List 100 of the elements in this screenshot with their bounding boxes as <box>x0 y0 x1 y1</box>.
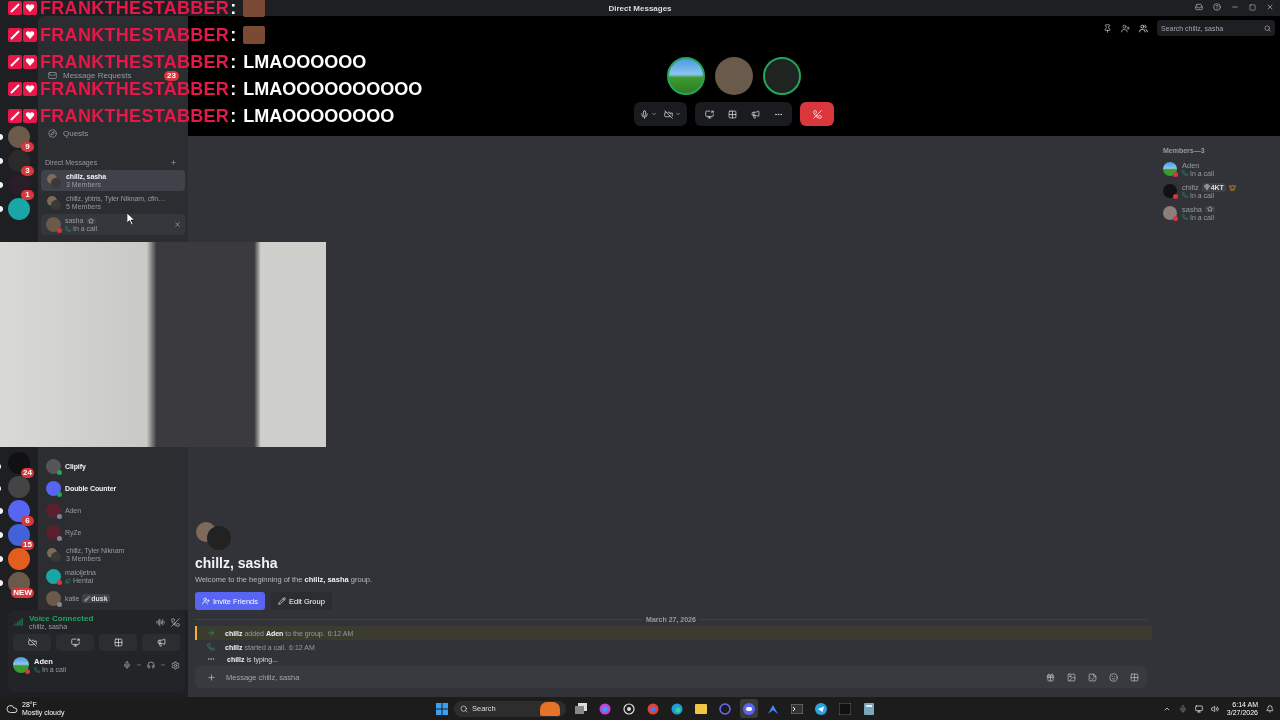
maximize-icon[interactable] <box>1249 3 1256 11</box>
crown-icon <box>1228 183 1236 191</box>
gif-icon[interactable] <box>1067 672 1076 682</box>
close-icon[interactable] <box>1266 3 1274 11</box>
chat-separator: : <box>230 54 237 70</box>
participant-avatar[interactable] <box>667 57 705 95</box>
unread-indicator <box>0 182 3 188</box>
emote-placeholder <box>243 0 266 17</box>
chat-separator: : <box>230 27 237 43</box>
unread-indicator <box>0 134 3 140</box>
nav-item[interactable]: Quests <box>41 128 185 139</box>
search-icon <box>1264 24 1271 32</box>
megaphone-icon <box>156 638 166 647</box>
window-title: Direct Messages <box>608 3 672 13</box>
pin-icon[interactable] <box>1103 23 1112 33</box>
camera-button[interactable] <box>13 634 51 651</box>
hang-up-button[interactable] <box>800 102 834 126</box>
chat-username: FRANKTHESTABBER <box>40 81 230 97</box>
unread-indicator <box>0 158 3 164</box>
settings-icon[interactable] <box>171 660 180 670</box>
caret-icon <box>651 111 657 117</box>
notification-icon[interactable] <box>1266 704 1274 713</box>
search-highlight-picture <box>540 701 560 716</box>
leaf-icon <box>65 578 71 584</box>
unread-badge: 9 <box>21 142 34 152</box>
typing-dots-icon <box>207 655 215 663</box>
audio-lines-icon[interactable] <box>156 617 165 627</box>
network-icon[interactable] <box>1194 704 1203 713</box>
chat-username: FRANKTHESTABBER <box>40 54 230 70</box>
phone-icon <box>34 666 40 673</box>
chat-separator: : <box>230 108 237 124</box>
orbit-icon <box>719 702 731 715</box>
chat-separator: : <box>230 0 237 16</box>
headphones-icon[interactable] <box>147 661 155 669</box>
weather-cloud-icon <box>6 702 18 715</box>
grid-icon <box>727 109 737 119</box>
compass-icon <box>48 129 57 138</box>
gem-icon <box>1203 184 1210 190</box>
start-icon[interactable] <box>436 702 448 715</box>
heart-badge-icon <box>23 82 37 96</box>
close-icon[interactable] <box>174 221 181 228</box>
disconnect-icon[interactable] <box>171 617 180 627</box>
participant-avatar[interactable] <box>763 57 801 95</box>
unread-indicator <box>0 556 3 562</box>
aperture-icon <box>623 702 635 715</box>
phone-off-icon <box>812 109 822 119</box>
unread-badge: NEW <box>11 588 34 598</box>
emote-placeholder <box>243 26 266 44</box>
unread-indicator <box>0 206 3 212</box>
nav-item[interactable]: Message Requests 23 <box>41 70 185 81</box>
emoji-icon[interactable] <box>1109 672 1118 682</box>
add-user-icon[interactable] <box>1121 23 1130 33</box>
chat-message: LMAOOOOOOOO <box>243 108 395 124</box>
gift-icon[interactable] <box>1046 672 1055 682</box>
mail-icon <box>48 71 57 80</box>
heart-badge-icon <box>23 1 37 15</box>
unread-indicator <box>0 532 3 538</box>
members-icon[interactable] <box>1139 23 1148 33</box>
chat-username: FRANKTHESTABBER <box>40 108 230 124</box>
help-icon[interactable] <box>1213 3 1221 11</box>
volume-icon[interactable] <box>1210 704 1219 713</box>
game-controller-icon <box>743 702 755 715</box>
unread-badge: 1 <box>21 190 34 200</box>
microphone-icon[interactable] <box>123 661 131 669</box>
app-icon <box>839 702 851 715</box>
chat-message: LMAOOOOOOOOOO <box>243 81 423 97</box>
signal-icon <box>13 617 23 627</box>
sword-badge-icon <box>8 1 22 15</box>
add-user-icon <box>202 597 210 605</box>
unread-badge: 6 <box>21 516 34 526</box>
search-icon <box>460 704 468 713</box>
server-icon[interactable] <box>8 476 30 498</box>
group-title: chillz, sasha <box>195 555 278 571</box>
folder-icon <box>695 703 707 714</box>
heart-badge-icon <box>23 55 37 69</box>
swirl-icon <box>599 702 611 715</box>
server-icon[interactable] <box>8 198 30 220</box>
add-icon[interactable] <box>170 158 177 166</box>
microphone-icon[interactable] <box>1178 704 1187 713</box>
megaphone-icon <box>750 109 760 119</box>
sword-badge-icon <box>8 82 22 96</box>
unread-badge: 3 <box>21 166 34 176</box>
screen-share-icon <box>70 638 80 647</box>
add-icon[interactable] <box>207 672 216 682</box>
share-screen-button[interactable] <box>56 634 94 651</box>
phone-icon <box>1182 214 1188 220</box>
camera-off-icon <box>27 638 37 647</box>
arrow-icon <box>207 629 215 637</box>
soundboard-button[interactable] <box>142 634 180 651</box>
pencil-icon <box>278 597 287 605</box>
server-icon[interactable] <box>8 548 30 570</box>
taskbar-app[interactable] <box>740 699 758 718</box>
activities-button[interactable] <box>99 634 137 651</box>
mouse-pointer-icon <box>127 213 135 225</box>
apps-icon[interactable] <box>1130 672 1139 682</box>
unread-badge: 15 <box>21 540 34 550</box>
voice-status: Voice Connected <box>29 614 95 623</box>
sticker-icon[interactable] <box>1088 672 1097 682</box>
inbox-icon[interactable] <box>1195 3 1203 11</box>
chat-username: FRANKTHESTABBER <box>40 27 230 43</box>
